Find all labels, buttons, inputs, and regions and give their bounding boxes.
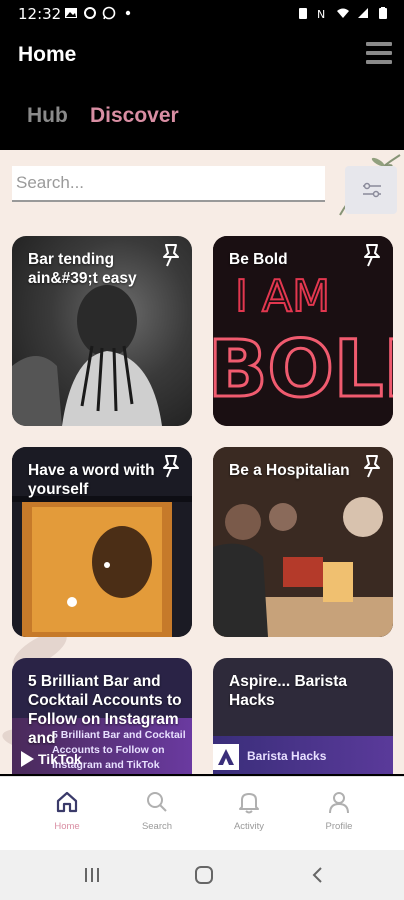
pin-icon[interactable] — [361, 453, 383, 479]
nav-label: Search — [141, 821, 173, 832]
tab-hub[interactable]: Hub — [27, 104, 68, 128]
svg-text:I AM: I AM — [235, 271, 330, 322]
pin-icon[interactable] — [160, 453, 182, 479]
card-title: Have a word with yourself — [28, 462, 155, 498]
bell-icon — [239, 793, 259, 814]
card-be-a-hospitalian[interactable]: Be a Hospitalian — [213, 447, 393, 637]
battery-icon — [379, 7, 387, 19]
nav-label: Activity — [233, 821, 265, 832]
app-header: Home Hub Discover — [0, 30, 404, 150]
play-icon — [21, 751, 34, 767]
status-bar: 12:32 N — [0, 0, 404, 30]
search-input[interactable] — [12, 166, 325, 200]
card-title: Aspire... Barista Hacks — [229, 673, 348, 709]
status-time: 12:32 — [18, 5, 62, 23]
recent-apps-icon[interactable] — [82, 865, 102, 885]
card-have-a-word[interactable]: Have a word with yourself — [12, 447, 192, 637]
alarm-icon — [299, 8, 307, 19]
card-overlay-brand: TikTok — [16, 748, 86, 770]
wifi-icon — [337, 8, 349, 18]
brand-text: TikTok — [38, 751, 82, 767]
card-title: Bar tending ain&#39;t easy — [28, 251, 137, 287]
tab-discover[interactable]: Discover — [90, 104, 179, 128]
search-box — [12, 166, 325, 202]
card-aspire-barista-hacks[interactable]: Barista Hacks Aspire... Barista Hacks — [213, 658, 393, 774]
pin-icon[interactable] — [160, 242, 182, 268]
search-icon — [147, 792, 167, 812]
nav-search[interactable]: Search — [122, 789, 192, 832]
nfc-icon: N — [317, 8, 325, 20]
discover-content: Bar tending ain&#39;t easy I AM BOLD Be … — [0, 150, 404, 774]
card-bar-tending[interactable]: Bar tending ain&#39;t easy — [12, 236, 192, 426]
bottom-nav: Home Search Activity Profile — [0, 776, 404, 850]
card-5-brilliant-bar[interactable]: 5 Brilliant Bar and Cocktail Accounts to… — [12, 658, 192, 774]
hamburger-icon[interactable] — [366, 42, 392, 68]
filter-button[interactable] — [345, 166, 397, 214]
nav-activity[interactable]: Activity — [214, 789, 284, 832]
circle-icon — [84, 7, 96, 19]
nav-label: Home — [54, 821, 80, 832]
page-title: Home — [18, 43, 77, 66]
person-icon — [329, 792, 349, 814]
home-button-icon[interactable] — [194, 865, 214, 885]
card-overlay-text: Barista Hacks — [247, 749, 327, 763]
back-icon[interactable] — [308, 865, 328, 885]
card-title: 5 Brilliant Bar and Cocktail Accounts to… — [28, 673, 182, 747]
home-icon — [56, 791, 78, 813]
nav-home[interactable]: Home — [32, 789, 102, 832]
nav-label: Profile — [325, 821, 353, 832]
gallery-icon — [65, 8, 77, 18]
dot-icon — [125, 10, 131, 16]
card-title: Be Bold — [229, 251, 288, 268]
nav-profile[interactable]: Profile — [304, 789, 374, 832]
card-overlay: Barista Hacks — [213, 736, 393, 774]
svg-text:BOLD: BOLD — [213, 325, 393, 415]
logo-icon — [213, 744, 239, 770]
card-title: Be a Hospitalian — [229, 462, 350, 479]
status-notification-icons — [64, 6, 135, 20]
svg-text:N: N — [317, 8, 325, 20]
card-be-bold[interactable]: I AM BOLD Be Bold — [213, 236, 393, 426]
whatsapp-icon — [102, 6, 116, 20]
filter-sliders-icon — [363, 182, 381, 198]
signal-icon — [358, 8, 368, 18]
system-nav-bar — [0, 850, 404, 900]
pin-icon[interactable] — [361, 242, 383, 268]
status-system-icons: N — [296, 6, 390, 20]
